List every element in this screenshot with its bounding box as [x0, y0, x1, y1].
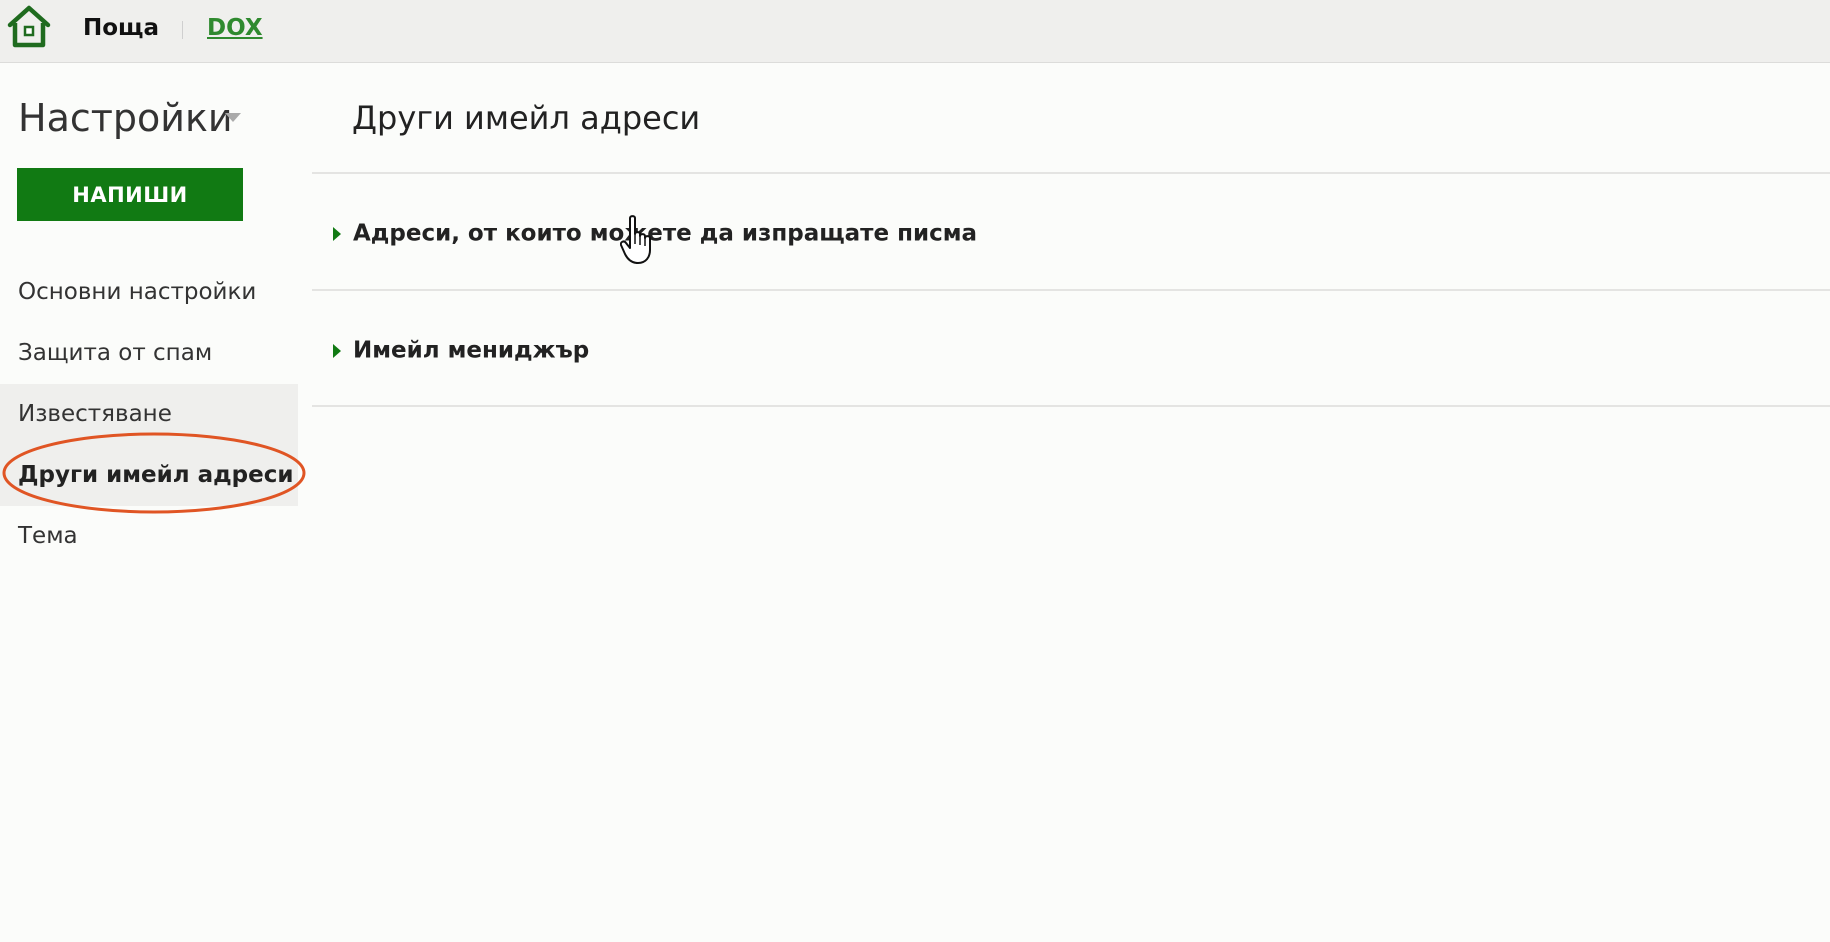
settings-menu-title[interactable]: Настройки	[18, 96, 233, 140]
caret-down-icon[interactable]	[225, 113, 241, 122]
page-title: Други имейл адреси	[352, 99, 701, 137]
sidebar-item-theme[interactable]: Тема	[0, 506, 298, 567]
section-send-from-addresses[interactable]: Адреси, от които можете да изпращате пис…	[333, 213, 977, 253]
section-label: Адреси, от които можете да изпращате пис…	[353, 220, 978, 247]
section-divider	[312, 172, 1830, 174]
sidebar-item-other-email-addresses[interactable]: Други имейл адреси	[0, 445, 298, 506]
app-name[interactable]: Поща	[83, 15, 159, 41]
topbar-divider	[182, 21, 183, 39]
section-divider	[312, 405, 1830, 407]
expand-arrow-icon[interactable]	[333, 343, 341, 358]
expand-arrow-icon[interactable]	[333, 226, 341, 241]
top-bar: Поща DOX	[0, 0, 1830, 63]
compose-button[interactable]: НАПИШИ	[17, 168, 243, 221]
home-icon[interactable]	[4, 3, 54, 51]
section-label: Имейл мениджър	[353, 337, 590, 364]
sidebar-item-basic-settings[interactable]: Основни настройки	[0, 262, 298, 323]
dox-link[interactable]: DOX	[207, 15, 263, 41]
sidebar-item-spam-protection[interactable]: Защита от спам	[0, 323, 298, 384]
section-email-manager[interactable]: Имейл мениджър	[333, 330, 589, 370]
section-divider	[312, 289, 1830, 291]
sidebar-item-notifications[interactable]: Известяване	[0, 384, 298, 445]
